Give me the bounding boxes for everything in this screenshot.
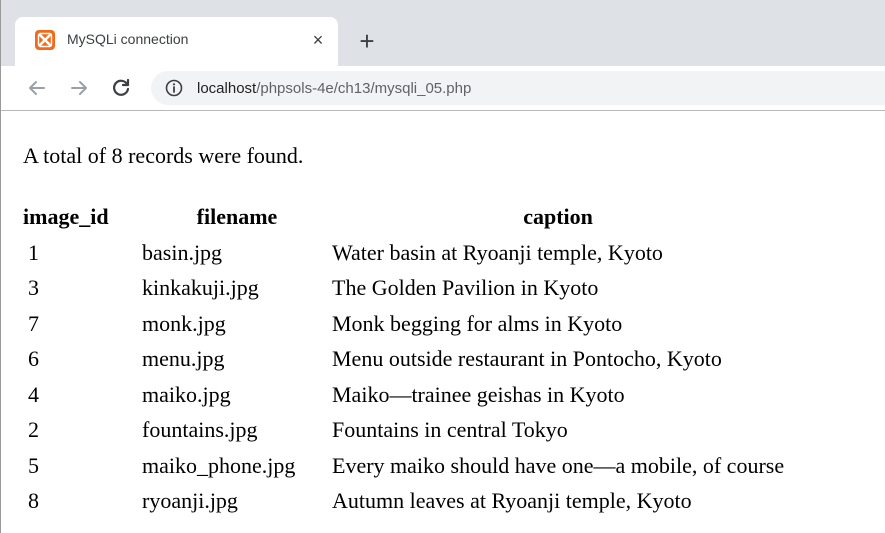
filename-cell: monk.jpg: [142, 310, 226, 336]
records-table: image_id filename caption 1 basin.jpg Wate…: [23, 199, 784, 519]
filename-cell: menu.jpg: [142, 346, 225, 371]
reload-icon[interactable]: [107, 74, 135, 102]
image-id-cell: 1: [28, 239, 39, 265]
filename-cell: fountains.jpg: [142, 417, 258, 442]
page-content: A total of 8 records were found. image_i…: [1, 111, 885, 533]
image-id-cell: 3: [28, 275, 39, 300]
records-table-body: 1 basin.jpg Water basin at Ryoanji temple,…: [23, 235, 784, 519]
table-row: 4 maiko.jpg Maiko—trainee geishas in Kyoto: [23, 377, 784, 413]
caption-cell: The Golden Pavilion in Kyoto: [332, 275, 599, 300]
browser-window: MySQLi connection × + localhost/phpsols-…: [0, 0, 885, 533]
filename-cell: basin.jpg: [142, 239, 223, 265]
caption-cell: Water basin at Ryoanji temple, Kyoto: [332, 239, 663, 265]
tab-strip: MySQLi connection × +: [1, 0, 885, 66]
filename-cell: maiko_phone.jpg: [142, 452, 296, 478]
image-id-cell: 4: [28, 381, 39, 407]
browser-toolbar: localhost/phpsols-4e/ch13/mysqli_05.php: [1, 66, 885, 111]
records-summary: A total of 8 records were found.: [23, 143, 304, 168]
table-header-row: image_id filename caption: [23, 199, 784, 235]
info-icon[interactable]: [165, 79, 183, 97]
url-path: /phpsols-4e/ch13/mysqli_05.php: [256, 80, 472, 97]
tab-title: MySQLi connection: [67, 31, 189, 47]
filename-cell: kinkakuji.jpg: [142, 275, 259, 300]
address-bar[interactable]: localhost/phpsols-4e/ch13/mysqli_05.php: [151, 71, 885, 105]
column-header-caption: caption: [523, 204, 593, 229]
arrow-right-icon[interactable]: [65, 74, 93, 102]
arrow-left-icon[interactable]: [23, 74, 51, 102]
filename-cell: ryoanji.jpg: [142, 488, 238, 513]
column-header-image-id: image_id: [23, 204, 109, 229]
table-row: 5 maiko_phone.jpg Every maiko should have …: [23, 448, 784, 484]
close-tab-icon[interactable]: ×: [307, 29, 329, 51]
image-id-cell: 6: [28, 346, 39, 371]
caption-cell: Menu outside restaurant in Pontocho, Kyo…: [332, 346, 722, 371]
caption-cell: Maiko—trainee geishas in Kyoto: [332, 381, 625, 407]
tab-mysqli-connection[interactable]: MySQLi connection ×: [15, 17, 338, 66]
caption-cell: Autumn leaves at Ryoanji temple, Kyoto: [332, 488, 692, 513]
url-text[interactable]: localhost/phpsols-4e/ch13/mysqli_05.php: [197, 80, 471, 97]
table-row: 3 kinkakuji.jpg The Golden Pavilion in Kyo…: [23, 270, 784, 306]
caption-cell: Every maiko should have one—a mobile, of…: [332, 452, 785, 478]
table-row: 6 menu.jpg Menu outside restaurant in Pont…: [23, 341, 784, 377]
image-id-cell: 7: [28, 310, 39, 336]
image-id-cell: 8: [28, 488, 39, 513]
table-row: 2 fountains.jpg Fountains in central Tokyo: [23, 412, 784, 448]
table-row: 7 monk.jpg Monk begging for alms in Kyoto: [23, 306, 784, 342]
new-tab-button[interactable]: +: [353, 28, 381, 56]
url-host: localhost: [197, 80, 257, 97]
column-header-filename: filename: [196, 204, 278, 229]
caption-cell: Monk begging for alms in Kyoto: [332, 310, 623, 336]
xampp-icon: [35, 30, 55, 50]
caption-cell: Fountains in central Tokyo: [332, 417, 568, 442]
image-id-cell: 5: [28, 452, 39, 478]
table-row: 1 basin.jpg Water basin at Ryoanji temple,…: [23, 235, 784, 271]
filename-cell: maiko.jpg: [142, 381, 231, 407]
image-id-cell: 2: [28, 417, 39, 442]
table-row: 8 ryoanji.jpg Autumn leaves at Ryoanji tem…: [23, 483, 784, 519]
